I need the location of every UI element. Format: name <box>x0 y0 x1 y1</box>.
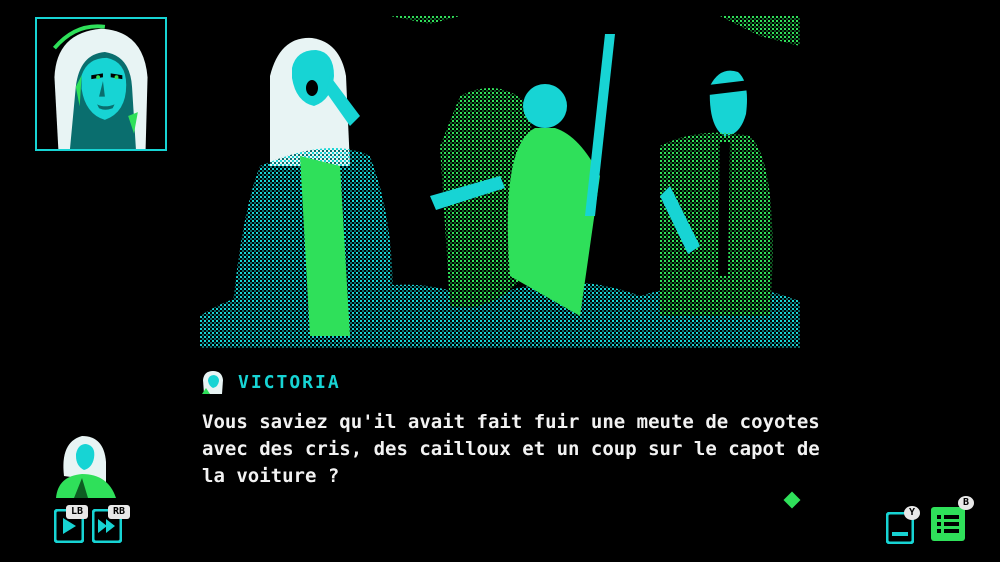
character-portrait <box>35 17 167 151</box>
history-button[interactable]: Y <box>886 506 922 544</box>
scene-illustration <box>200 16 800 348</box>
speaker-label: VICTORIA <box>200 370 341 394</box>
dialogue-text: Vous saviez qu'il avait fait fuir une me… <box>202 409 820 490</box>
victoria-portrait-art <box>37 19 165 149</box>
dialogue-line-2: avec des cris, des cailloux et un coup s… <box>202 438 820 460</box>
lb-badge: LB <box>66 505 88 519</box>
b-badge: B <box>958 496 974 510</box>
narrator-portrait <box>56 436 116 498</box>
speaker-name: VICTORIA <box>238 371 341 393</box>
portrait-icon <box>202 371 223 394</box>
dialogue-line-1: Vous saviez qu'il avait fait fuir une me… <box>202 411 820 433</box>
list-icon <box>931 507 965 541</box>
skip-button[interactable]: RB <box>92 505 136 543</box>
diamond-icon[interactable] <box>783 491 801 509</box>
menu-button[interactable]: B <box>930 496 974 544</box>
scene-art <box>200 16 800 348</box>
y-badge: Y <box>904 506 920 520</box>
auto-play-button[interactable]: LB <box>54 505 88 543</box>
dialogue-line-3: la voiture ? <box>202 465 340 487</box>
rb-badge: RB <box>108 505 130 519</box>
